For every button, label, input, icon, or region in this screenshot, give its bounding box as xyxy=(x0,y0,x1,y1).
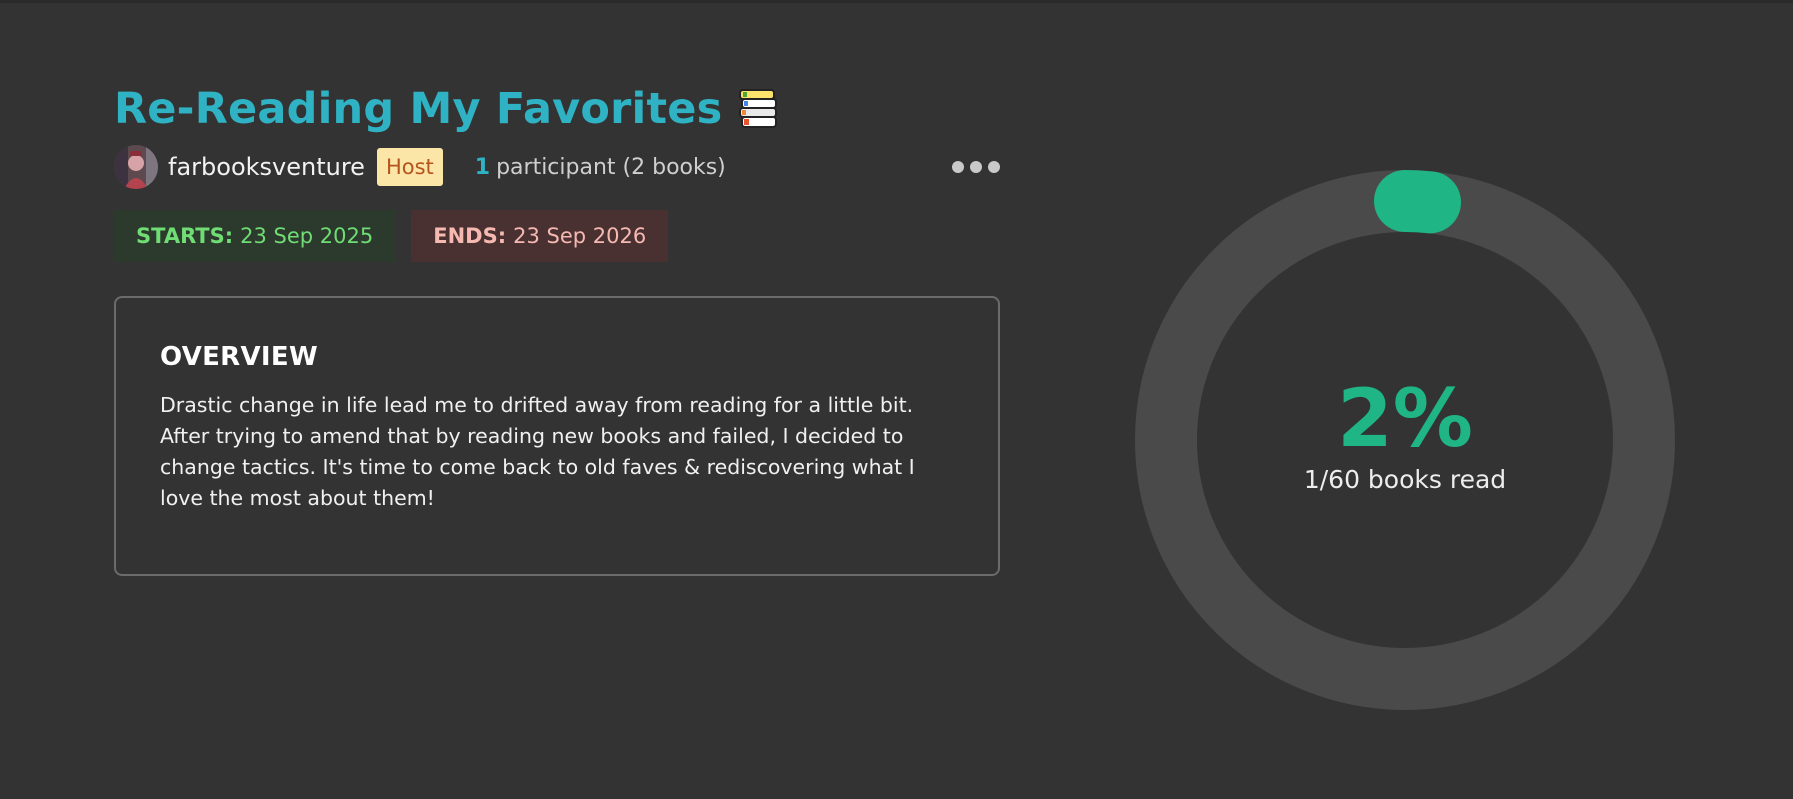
end-date-value: 23 Sep 2026 xyxy=(513,224,647,248)
end-date-chip: ENDS: 23 Sep 2026 xyxy=(411,210,669,262)
overview-heading: OVERVIEW xyxy=(160,342,318,372)
start-date-label: STARTS: xyxy=(136,224,234,248)
challenge-details: Re-Reading My Favorites farbooksventure … xyxy=(114,78,1004,576)
books-stack-icon xyxy=(739,89,778,128)
top-divider xyxy=(0,0,1793,3)
participant-label: participant (2 books) xyxy=(496,154,726,180)
host-avatar[interactable] xyxy=(114,145,158,189)
more-options-button[interactable] xyxy=(948,157,1004,177)
more-horizontal-icon xyxy=(952,161,964,173)
progress-ring: 2% 1/60 books read xyxy=(1135,170,1675,710)
participant-count: 1 xyxy=(474,154,491,180)
dates-row: STARTS: 23 Sep 2025 ENDS: 23 Sep 2026 xyxy=(114,210,1004,262)
overview-card: OVERVIEW Drastic change in life lead me … xyxy=(114,296,1000,576)
more-horizontal-icon-dot xyxy=(988,161,1000,173)
challenge-title: Re-Reading My Favorites xyxy=(114,84,723,134)
end-date-label: ENDS: xyxy=(433,224,507,248)
overview-text: Drastic change in life lead me to drifte… xyxy=(160,393,915,510)
books-read-count: 1/60 books read xyxy=(1303,464,1507,494)
start-date-value: 23 Sep 2025 xyxy=(240,224,374,248)
avatar-image xyxy=(114,145,158,189)
host-username[interactable]: farbooksventure xyxy=(168,153,365,181)
title-row: Re-Reading My Favorites xyxy=(114,78,1004,140)
progress-percent: 2% xyxy=(1337,371,1473,465)
host-badge: Host xyxy=(376,148,443,186)
start-date-chip: STARTS: 23 Sep 2025 xyxy=(114,210,396,262)
participants-info[interactable]: 1 participant (2 books) xyxy=(475,155,726,180)
more-horizontal-icon-dot xyxy=(970,161,982,173)
challenge-meta: farbooksventure Host 1 participant (2 boo… xyxy=(114,144,1004,190)
progress-center: 2% 1/60 books read xyxy=(1135,170,1675,710)
